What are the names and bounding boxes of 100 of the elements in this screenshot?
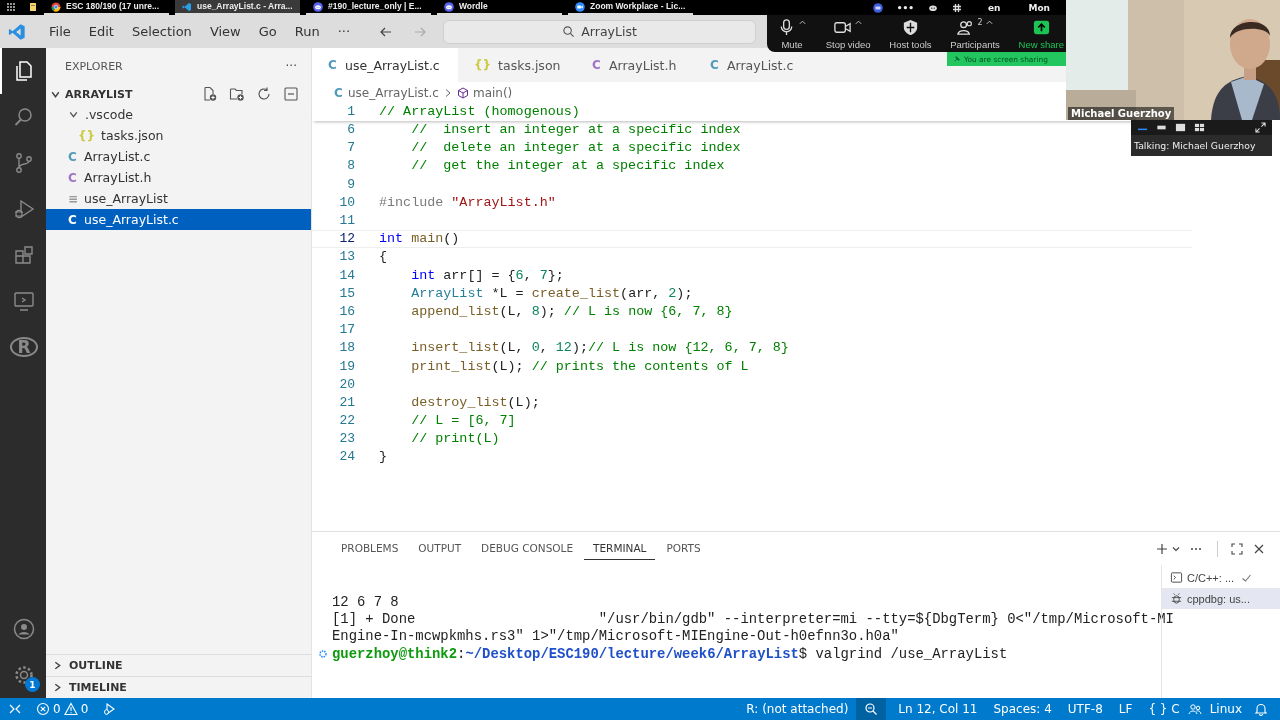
add-terminal-icon[interactable] [1155,541,1169,556]
status-item[interactable]: R: (not attached) [738,702,857,716]
panel-tab[interactable]: PORTS [657,537,710,560]
pin-icon [953,55,961,63]
search-field[interactable]: ArrayList [443,19,756,44]
meeting-button[interactable]: Mute [777,18,807,50]
breadcrumb[interactable]: use_ArrayList.c [348,85,439,100]
section-header[interactable]: OUTLINE [46,654,311,676]
file-type-icon: C [710,58,720,72]
tree-item[interactable]: C ArrayList.c [46,146,311,167]
menu-item[interactable]: File [40,24,80,39]
chat-app-icon [444,1,454,12]
code-line: // L = [6, 7] [410,413,516,429]
warning-icon [63,702,78,716]
folder-name: ARRAYLIST [65,87,133,101]
explorer-title: EXPLORER [65,59,123,73]
zoom-button[interactable] [856,698,887,720]
participant-count: 2 [977,18,983,27]
code-line: print_list(L); // prints the contents of L [410,358,749,374]
menu-item[interactable]: Edit [79,24,123,39]
talking-indicator: Talking: Michael Guerzhoy [1131,135,1272,156]
terminal-line: Engine-In-mcwpkmhs.rs3" 1>"/tmp/Microsoft-MIEngine-Out-h0efnn3o.h0a" [332,628,899,645]
menu-item[interactable]: ··· [328,24,360,39]
bell-icon[interactable] [1254,702,1268,716]
language-indicator[interactable]: en [987,2,1001,13]
meeting-button[interactable]: New share [1018,18,1064,50]
menu-item[interactable]: Selection [122,24,201,39]
account-icon [12,617,36,641]
video-app-icon [575,1,585,12]
run-debug-icon [12,197,36,221]
caret-icon [798,18,807,27]
notification-badge: 1 [25,677,40,692]
tree-item[interactable]: C ArrayList.h [46,167,311,188]
panel-tab[interactable]: OUTPUT [409,537,471,560]
share-icon [1031,18,1051,37]
menu-item[interactable]: View [200,24,250,39]
clock[interactable]: Mon [1028,2,1050,13]
taskbar-item[interactable]: use_ArrayList.c - Arra... [175,0,300,15]
status-item[interactable]: { } C [1140,702,1188,716]
folder-header[interactable]: ARRAYLIST [46,84,311,104]
video-app-icon[interactable] [872,2,883,13]
new-folder-icon[interactable] [229,86,245,102]
file-type-icon: ≡ [68,191,79,206]
new-file-icon[interactable] [202,86,218,102]
status-item[interactable]: Spaces: 4 [985,702,1060,716]
menu-item[interactable]: Run [285,24,329,39]
tree-item[interactable]: .vscode [46,104,311,125]
panel-tab[interactable]: DEBUG CONSOLE [472,537,583,560]
monitor-icon [12,289,36,313]
panel-tab[interactable]: PROBLEMS [332,537,408,560]
gallery-view-icon[interactable] [1194,122,1205,133]
line-number: 8 [346,158,355,174]
problems-button[interactable]: 0 0 [36,702,89,716]
activity-item[interactable]: R [0,324,46,370]
magnifier-icon [864,702,879,716]
code-line: append_list(L, 8); // L is now {6, 7, 8} [410,303,733,319]
more-actions-button[interactable]: ··· [285,59,297,73]
line-number: 13 [338,249,355,265]
terminal-session[interactable]: cppdbg: us... [1162,588,1280,609]
panel-tab[interactable]: TERMINAL [584,537,656,560]
tree-item[interactable]: ≡ use_ArrayList [46,188,311,209]
breadcrumb[interactable]: main() [472,85,513,100]
refresh-icon[interactable] [256,86,272,102]
status-item[interactable]: UTF-8 [1059,702,1111,716]
meeting-button[interactable]: 2 Participants [950,18,1000,50]
collapse-all-icon[interactable] [283,86,299,102]
line-number: 1 [346,104,355,120]
line-number: 24 [338,449,355,465]
terminal-line: 12 6 7 8 [332,593,399,610]
tray-more[interactable]: ••• [896,2,914,13]
bug-icon [1170,592,1183,605]
file-type-icon: C [68,212,78,227]
file-type-icon: C [328,58,338,72]
people-icon[interactable] [1187,702,1202,716]
meeting-button[interactable]: Stop video [825,18,871,50]
status-item[interactable]: LF [1110,702,1141,716]
tree-item[interactable]: C use_ArrayList.c [46,209,311,230]
code-line: // delete an integer at a specific index [410,140,741,156]
status-item[interactable]: Linux [1201,702,1250,716]
menu-item[interactable]: Go [249,24,286,39]
status-item[interactable]: Ln 12, Col 11 [890,702,986,716]
editor-tab[interactable]: C ArrayList.c [694,48,812,82]
editor-tab[interactable]: C use_ArrayList.c [312,48,458,82]
settings-button[interactable]: 1 [0,652,46,698]
terminal-session[interactable]: C/C++: ... [1162,567,1280,588]
editor-tab[interactable]: C ArrayList.h [576,48,694,82]
hash-icon[interactable] [951,2,962,13]
meeting-button[interactable]: Host tools [889,18,932,50]
run-debug-icon[interactable] [102,702,117,716]
settings-icon [12,663,36,687]
expand-icon[interactable] [1255,122,1266,133]
search-icon [562,25,576,38]
maximize-icon[interactable] [1230,541,1244,556]
line-number: 7 [346,140,355,156]
editor-tab[interactable]: {} tasks.json [458,48,576,82]
line-number: 23 [338,431,355,447]
tree-item[interactable]: {} tasks.json [46,125,311,146]
code-line: insert_list(L, 0, 12);// L is now {12, 6, 7, 8} [410,340,789,356]
speaker-view-icon[interactable] [1175,122,1186,133]
code-line: // ArrayList (homogenous) [379,104,580,120]
